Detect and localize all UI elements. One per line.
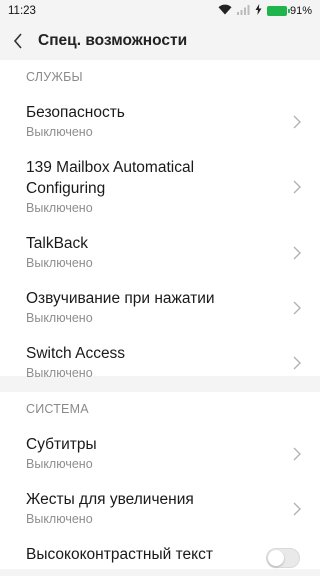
- item-title: Высококонтрастный текст: [26, 546, 213, 563]
- item-status: Выключено: [26, 457, 93, 471]
- item-title: Субтитры: [26, 436, 97, 453]
- list-item-subtitles[interactable]: Субтитры Выключено: [0, 426, 320, 481]
- chevron-right-icon: [293, 356, 301, 369]
- item-title: Switch Access: [26, 345, 126, 362]
- battery-indicator: 91%: [266, 5, 312, 17]
- item-title: Озвучивание при нажатии: [26, 290, 215, 307]
- wifi-icon: [218, 4, 232, 18]
- high-contrast-toggle[interactable]: [266, 548, 300, 568]
- item-title-line2: Configuring: [26, 180, 106, 197]
- chevron-right-icon: [293, 115, 301, 128]
- item-status: Выключено: [26, 201, 93, 215]
- system-section: СИСТЕМА Субтитры Выключено Жесты для уве…: [0, 392, 320, 569]
- item-title: TalkBack: [26, 235, 89, 252]
- item-status: Выключено: [26, 256, 93, 270]
- chevron-right-icon: [293, 502, 301, 515]
- item-status: Выключено: [26, 125, 93, 139]
- battery-level: 91%: [289, 5, 312, 17]
- toggle-knob: [268, 550, 284, 566]
- chevron-right-icon: [293, 301, 301, 314]
- item-title: Жесты для увеличения: [26, 491, 194, 508]
- back-button[interactable]: [0, 22, 36, 60]
- chevron-right-icon: [293, 447, 301, 460]
- status-bar: 11:23 91%: [0, 0, 320, 22]
- back-arrow-icon: [13, 33, 22, 49]
- status-icons: 91%: [218, 4, 312, 18]
- list-item-magnification-gestures[interactable]: Жесты для увеличения Выключено: [0, 481, 320, 536]
- title-bar: Спец. возможности: [0, 22, 320, 60]
- item-status: Выключено: [26, 512, 93, 526]
- chevron-right-icon: [293, 246, 301, 259]
- list-item-talkback[interactable]: TalkBack Выключено: [0, 225, 320, 280]
- battery-icon: [266, 6, 290, 16]
- list-item-speak-on-tap[interactable]: Озвучивание при нажатии Выключено: [0, 280, 320, 335]
- status-time: 11:23: [8, 5, 36, 17]
- list-item-security[interactable]: Безопасность Выключено: [0, 94, 320, 149]
- page-title: Спец. возможности: [38, 32, 188, 49]
- section-header-services: СЛУЖБЫ: [26, 70, 83, 84]
- services-section: СЛУЖБЫ Безопасность Выключено 139 Mailbo…: [0, 60, 320, 380]
- list-item-high-contrast-text[interactable]: Высококонтрастный текст: [0, 536, 320, 576]
- signal-icon: [236, 4, 250, 18]
- item-status: Выключено: [26, 311, 93, 325]
- list-item-switch-access[interactable]: Switch Access Выключено: [0, 335, 320, 390]
- chevron-right-icon: [293, 180, 301, 194]
- list-item-mailbox[interactable]: 139 Mailbox Automatical Configuring Выкл…: [0, 149, 320, 225]
- section-header-system: СИСТЕМА: [26, 402, 89, 416]
- item-title: Безопасность: [26, 104, 125, 121]
- item-status: Выключено: [26, 366, 93, 380]
- item-title-line1: 139 Mailbox Automatical: [26, 159, 195, 176]
- charging-icon: [255, 4, 262, 18]
